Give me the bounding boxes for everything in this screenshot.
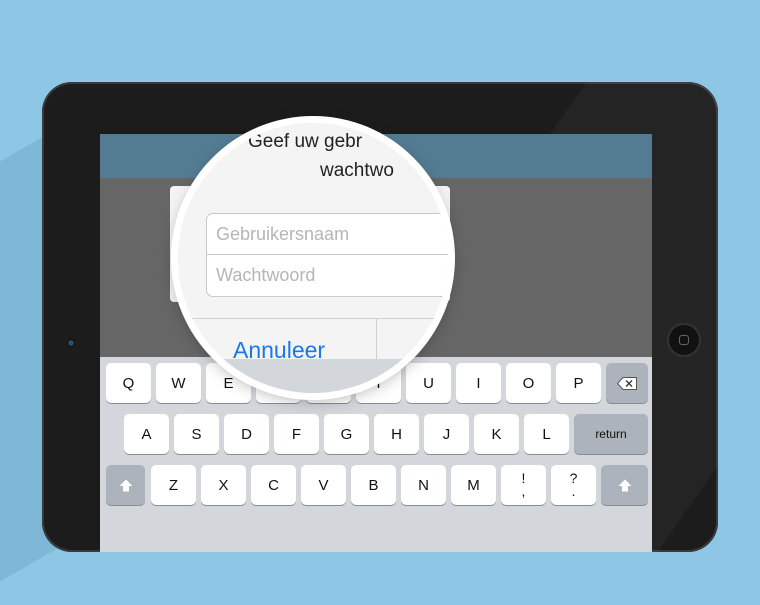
magnified-keyboard-edge <box>178 359 448 393</box>
shift-icon <box>618 479 632 492</box>
camera-icon <box>68 340 74 346</box>
right-shift-key[interactable] <box>601 465 648 505</box>
key-b[interactable]: B <box>351 465 396 505</box>
key-exclamation-comma[interactable]: ! , <box>501 465 546 505</box>
key-h[interactable]: H <box>374 414 419 454</box>
left-shift-key[interactable] <box>106 465 145 505</box>
username-input[interactable] <box>207 214 448 255</box>
magnified-dialog: Geef uw gebr wachtwo Annuleer <box>178 123 448 393</box>
backspace-key[interactable] <box>606 363 648 403</box>
exclamation-comma-label: ! , <box>521 471 526 499</box>
key-o[interactable]: O <box>506 363 551 403</box>
key-p[interactable]: P <box>556 363 601 403</box>
key-q[interactable]: Q <box>106 363 151 403</box>
comma-glyph: , <box>521 483 526 499</box>
key-z[interactable]: Z <box>151 465 196 505</box>
key-c[interactable]: C <box>251 465 296 505</box>
dialog-title-line2: wachtwo <box>320 160 394 181</box>
key-f[interactable]: F <box>274 414 319 454</box>
key-l[interactable]: L <box>524 414 569 454</box>
key-x[interactable]: X <box>201 465 246 505</box>
password-input[interactable] <box>207 255 448 296</box>
key-k[interactable]: K <box>474 414 519 454</box>
key-i[interactable]: I <box>456 363 501 403</box>
key-m[interactable]: M <box>451 465 496 505</box>
shift-icon <box>119 479 133 492</box>
key-n[interactable]: N <box>401 465 446 505</box>
backspace-icon <box>617 376 637 390</box>
key-question-period[interactable]: ? . <box>551 465 596 505</box>
key-d[interactable]: D <box>224 414 269 454</box>
key-s[interactable]: S <box>174 414 219 454</box>
button-separator-horizontal <box>178 318 448 319</box>
dialog-title-line1: Geef uw gebr <box>248 131 363 152</box>
login-field-group <box>206 213 448 297</box>
return-key[interactable]: return <box>574 414 648 454</box>
home-button[interactable] <box>669 325 699 355</box>
period-glyph: . <box>571 483 576 499</box>
key-a[interactable]: A <box>124 414 169 454</box>
magnifier-loupe: Geef uw gebr wachtwo Annuleer <box>178 123 448 393</box>
key-v[interactable]: V <box>301 465 346 505</box>
key-g[interactable]: G <box>324 414 369 454</box>
question-period-label: ? . <box>570 471 578 499</box>
key-j[interactable]: J <box>424 414 469 454</box>
